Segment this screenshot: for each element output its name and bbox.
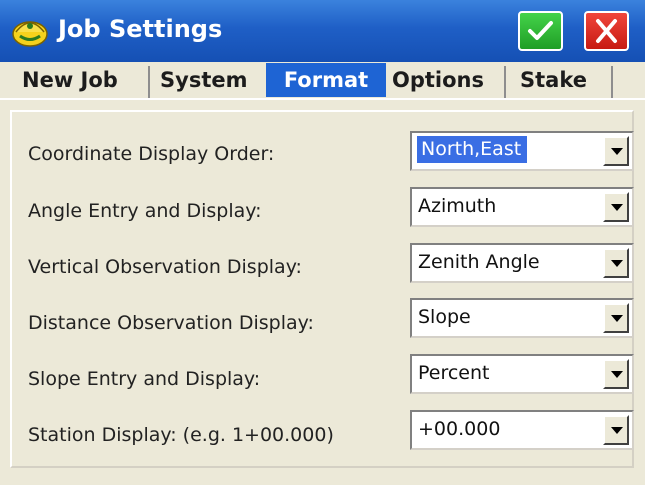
angle-entry-display-select[interactable]: Azimuth: [410, 187, 634, 227]
vertical-observation-display-select[interactable]: Zenith Angle: [410, 243, 634, 283]
tab-separator: [148, 66, 150, 98]
tab-bar-divider: [0, 98, 645, 100]
chevron-down-icon: [611, 148, 623, 155]
vertical-observation-display-label: Vertical Observation Display:: [28, 256, 302, 278]
title-bar: Job Settings: [0, 0, 645, 62]
combo-value: Azimuth: [418, 195, 497, 217]
dropdown-button[interactable]: [603, 415, 629, 445]
combo-value: North,East: [417, 136, 528, 163]
dropdown-button[interactable]: [603, 248, 629, 278]
checkmark-icon: [528, 21, 553, 40]
angle-entry-display-label: Angle Entry and Display:: [28, 200, 262, 222]
ok-button[interactable]: [518, 11, 563, 51]
coordinate-display-order-label: Coordinate Display Order:: [28, 143, 275, 165]
dropdown-button[interactable]: [603, 192, 629, 222]
chevron-down-icon: [611, 315, 623, 322]
distance-observation-display-label: Distance Observation Display:: [28, 312, 314, 334]
tab-options[interactable]: Options: [392, 63, 498, 97]
chevron-down-icon: [611, 371, 623, 378]
tab-format[interactable]: Format: [266, 63, 386, 97]
close-button[interactable]: [584, 11, 629, 51]
tab-stake[interactable]: Stake: [520, 63, 604, 97]
slope-entry-display-label: Slope Entry and Display:: [28, 368, 261, 390]
surveyor-helmet-icon: [12, 21, 48, 47]
combo-value: Zenith Angle: [418, 251, 540, 273]
tab-separator: [504, 66, 506, 98]
chevron-down-icon: [611, 427, 623, 434]
chevron-down-icon: [611, 204, 623, 211]
dropdown-button[interactable]: [603, 303, 629, 333]
combo-value: Percent: [418, 362, 490, 384]
combo-value: +00.000: [418, 418, 501, 440]
dropdown-button[interactable]: [603, 136, 629, 166]
station-display-select[interactable]: +00.000: [410, 410, 634, 450]
slope-entry-display-select[interactable]: Percent: [410, 354, 634, 394]
dropdown-button[interactable]: [603, 359, 629, 389]
distance-observation-display-select[interactable]: Slope: [410, 298, 634, 338]
coordinate-display-order-select[interactable]: North,East: [410, 131, 634, 171]
close-icon: [596, 19, 617, 43]
tab-new-job[interactable]: New Job: [22, 63, 136, 97]
chevron-down-icon: [611, 260, 623, 267]
window-title: Job Settings: [58, 15, 223, 43]
tab-separator: [611, 66, 613, 98]
tab-system[interactable]: System: [160, 63, 262, 97]
station-display-label: Station Display: (e.g. 1+00.000): [28, 424, 334, 446]
combo-value: Slope: [418, 306, 471, 328]
